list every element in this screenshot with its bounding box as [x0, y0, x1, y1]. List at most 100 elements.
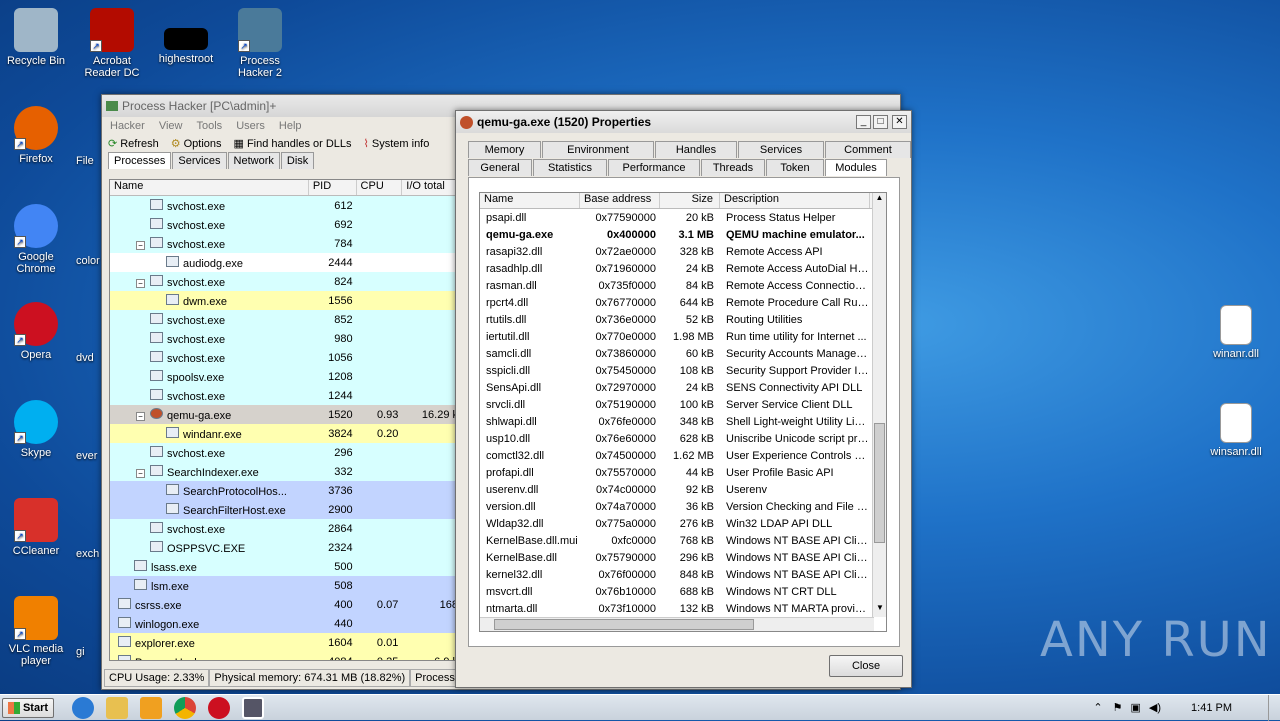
minimize-button[interactable]: _ [856, 115, 871, 129]
module-row[interactable]: msvcrt.dll 0x76b10000 688 kB Windows NT CRT… [480, 583, 886, 600]
ie-icon[interactable] [72, 696, 94, 719]
desktop-icon-ccleaner[interactable]: ↗ CCleaner [0, 498, 72, 557]
process-row[interactable]: − svchost.exe 824 [110, 272, 458, 291]
process-row[interactable]: dwm.exe 1556 [110, 291, 458, 310]
process-row[interactable]: ProcessHacker.exe 40840.256.9 k [110, 652, 458, 660]
desktop-icon-skype[interactable]: ↗ Skype [0, 400, 72, 459]
flag-icon[interactable]: ⚑ [1113, 701, 1123, 714]
module-row[interactable]: ntmarta.dll 0x73f10000 132 kB Windows NT MA… [480, 600, 886, 617]
module-row[interactable]: psapi.dll 0x77590000 20 kB Process Status H… [480, 209, 886, 226]
desktop-icon-winsanr[interactable]: winsanr.dll [1200, 403, 1272, 458]
desktop-icon-winanr[interactable]: winanr.dll [1200, 305, 1272, 360]
module-row[interactable]: rasman.dll 0x735f0000 84 kB Remote Access C… [480, 277, 886, 294]
tab-processes[interactable]: Processes [108, 152, 172, 169]
col-io[interactable]: I/O total [402, 180, 458, 195]
refresh-button[interactable]: ⟳ Refresh [108, 137, 159, 151]
chrome-taskbar-icon[interactable] [174, 696, 196, 719]
module-row[interactable]: qemu-ga.exe 0x400000 3.1 MB QEMU machine em… [480, 226, 886, 243]
desktop-icon-opera[interactable]: ↗ Opera [0, 302, 72, 361]
maximize-button[interactable]: □ [873, 115, 888, 129]
find-handles-button[interactable]: ▦ Find handles or DLLs [234, 137, 352, 151]
collapse-toggle[interactable]: − [136, 468, 145, 478]
volume-icon[interactable]: ◀) [1149, 701, 1161, 714]
process-row[interactable]: windanr.exe 3824 0.20 [110, 424, 458, 443]
tab-statistics[interactable]: Statistics [533, 159, 607, 176]
desktop-icon-file[interactable]: highestroot [150, 8, 222, 65]
scroll-thumb-h[interactable] [494, 619, 754, 630]
process-row[interactable]: lsm.exe 508 [110, 576, 458, 595]
system-info-button[interactable]: ⌇ System info [364, 137, 430, 151]
process-tree[interactable]: Name PID CPU I/O total svchost.exe 612 svc… [109, 179, 459, 661]
process-hacker-taskbar-icon[interactable] [242, 696, 264, 719]
menu-view[interactable]: View [159, 120, 183, 132]
clock[interactable]: 1:41 PM [1191, 702, 1232, 714]
explorer-folder-icon[interactable] [106, 696, 128, 719]
module-row[interactable]: Wldap32.dll 0x775a0000 276 kB Win32 LDAP AP… [480, 515, 886, 532]
col-size[interactable]: Size [660, 193, 720, 208]
process-row[interactable]: SearchProtocolHos... 3736 [110, 481, 458, 500]
horizontal-scrollbar[interactable] [480, 617, 874, 631]
module-row[interactable]: KernelBase.dll 0x75790000 296 kB Windows NT… [480, 549, 886, 566]
module-row[interactable]: rpcrt4.dll 0x76770000 644 kB Remote Procedu… [480, 294, 886, 311]
process-row[interactable]: OSPPSVC.EXE 2324 [110, 538, 458, 557]
module-row[interactable]: iertutil.dll 0x770e0000 1.98 MB Run time ut… [480, 328, 886, 345]
process-row[interactable]: svchost.exe 1056 [110, 348, 458, 367]
tab-environment[interactable]: Environment [542, 141, 654, 158]
tab-modules[interactable]: Modules [825, 159, 887, 176]
tab-token[interactable]: Token [766, 159, 824, 176]
process-row[interactable]: csrss.exe 400 0.07 168 [110, 595, 458, 614]
menu-hacker[interactable]: Hacker [110, 120, 145, 132]
desktop-icon-vlc[interactable]: ↗ VLC media player [0, 596, 72, 667]
module-row[interactable]: userenv.dll 0x74c00000 92 kB Userenv [480, 481, 886, 498]
opera-taskbar-icon[interactable] [208, 696, 230, 719]
module-row[interactable]: rtutils.dll 0x736e0000 52 kB Routing Utilit… [480, 311, 886, 328]
modules-list[interactable]: Name Base address Size Description psapi… [479, 192, 887, 632]
module-row[interactable]: comctl32.dll 0x74500000 1.62 MB User Experi… [480, 447, 886, 464]
process-row[interactable]: explorer.exe 1604 0.01 [110, 633, 458, 652]
close-button[interactable]: Close [829, 655, 903, 677]
close-window-button[interactable]: ✕ [892, 115, 907, 129]
tab-memory[interactable]: Memory [468, 141, 541, 158]
process-row[interactable]: SearchFilterHost.exe 2900 [110, 500, 458, 519]
tab-network[interactable]: Network [227, 152, 280, 169]
tab-general[interactable]: General [468, 159, 532, 176]
process-row[interactable]: svchost.exe 1244 [110, 386, 458, 405]
process-row[interactable]: − qemu-ga.exe 1520 0.93 16.29 k [110, 405, 458, 424]
col-module-name[interactable]: Name [480, 193, 580, 208]
media-player-icon[interactable] [140, 696, 162, 719]
process-row[interactable]: svchost.exe 980 [110, 329, 458, 348]
tab-handles[interactable]: Handles [655, 141, 737, 158]
process-row[interactable]: svchost.exe 692 [110, 215, 458, 234]
process-row[interactable]: svchost.exe 852 [110, 310, 458, 329]
menu-users[interactable]: Users [236, 120, 265, 132]
desktop-icon-process-hacker[interactable]: ↗ Process Hacker 2 [224, 8, 296, 79]
tray-chevron-icon[interactable]: ⌃ [1093, 701, 1102, 714]
scroll-thumb[interactable] [874, 423, 885, 543]
module-row[interactable]: rasapi32.dll 0x72ae0000 328 kB Remote Acces… [480, 243, 886, 260]
col-description[interactable]: Description [720, 193, 870, 208]
process-row[interactable]: svchost.exe 2864 [110, 519, 458, 538]
scroll-up-arrow[interactable]: ▲ [873, 193, 886, 207]
module-row[interactable]: srvcli.dll 0x75190000 100 kB Server Service… [480, 396, 886, 413]
tab-disk[interactable]: Disk [280, 152, 315, 169]
col-cpu[interactable]: CPU [357, 180, 403, 195]
tab-performance[interactable]: Performance [608, 159, 700, 176]
options-button[interactable]: ⚙ Options [171, 137, 222, 151]
desktop-icon-chrome[interactable]: ↗ Google Chrome [0, 204, 72, 275]
module-row[interactable]: rasadhlp.dll 0x71960000 24 kB Remote Access… [480, 260, 886, 277]
module-row[interactable]: version.dll 0x74a70000 36 kB Version Checki… [480, 498, 886, 515]
col-name[interactable]: Name [110, 180, 309, 195]
module-row[interactable]: sspicli.dll 0x75450000 108 kB Security Supp… [480, 362, 886, 379]
process-row[interactable]: − svchost.exe 784 [110, 234, 458, 253]
process-row[interactable]: winlogon.exe 440 [110, 614, 458, 633]
process-row[interactable]: lsass.exe 500 [110, 557, 458, 576]
start-button[interactable]: Start [2, 697, 54, 718]
collapse-toggle[interactable]: − [136, 411, 145, 421]
module-row[interactable]: kernel32.dll 0x76f00000 848 kB Windows NT B… [480, 566, 886, 583]
network-icon[interactable]: ▣ [1131, 701, 1141, 714]
module-row[interactable]: SensApi.dll 0x72970000 24 kB SENS Connectiv… [480, 379, 886, 396]
tab-services-props[interactable]: Services [738, 141, 824, 158]
vertical-scrollbar[interactable]: ▲ ▼ [872, 193, 886, 617]
module-row[interactable]: profapi.dll 0x75570000 44 kB User Profile B… [480, 464, 886, 481]
col-pid[interactable]: PID [309, 180, 357, 195]
